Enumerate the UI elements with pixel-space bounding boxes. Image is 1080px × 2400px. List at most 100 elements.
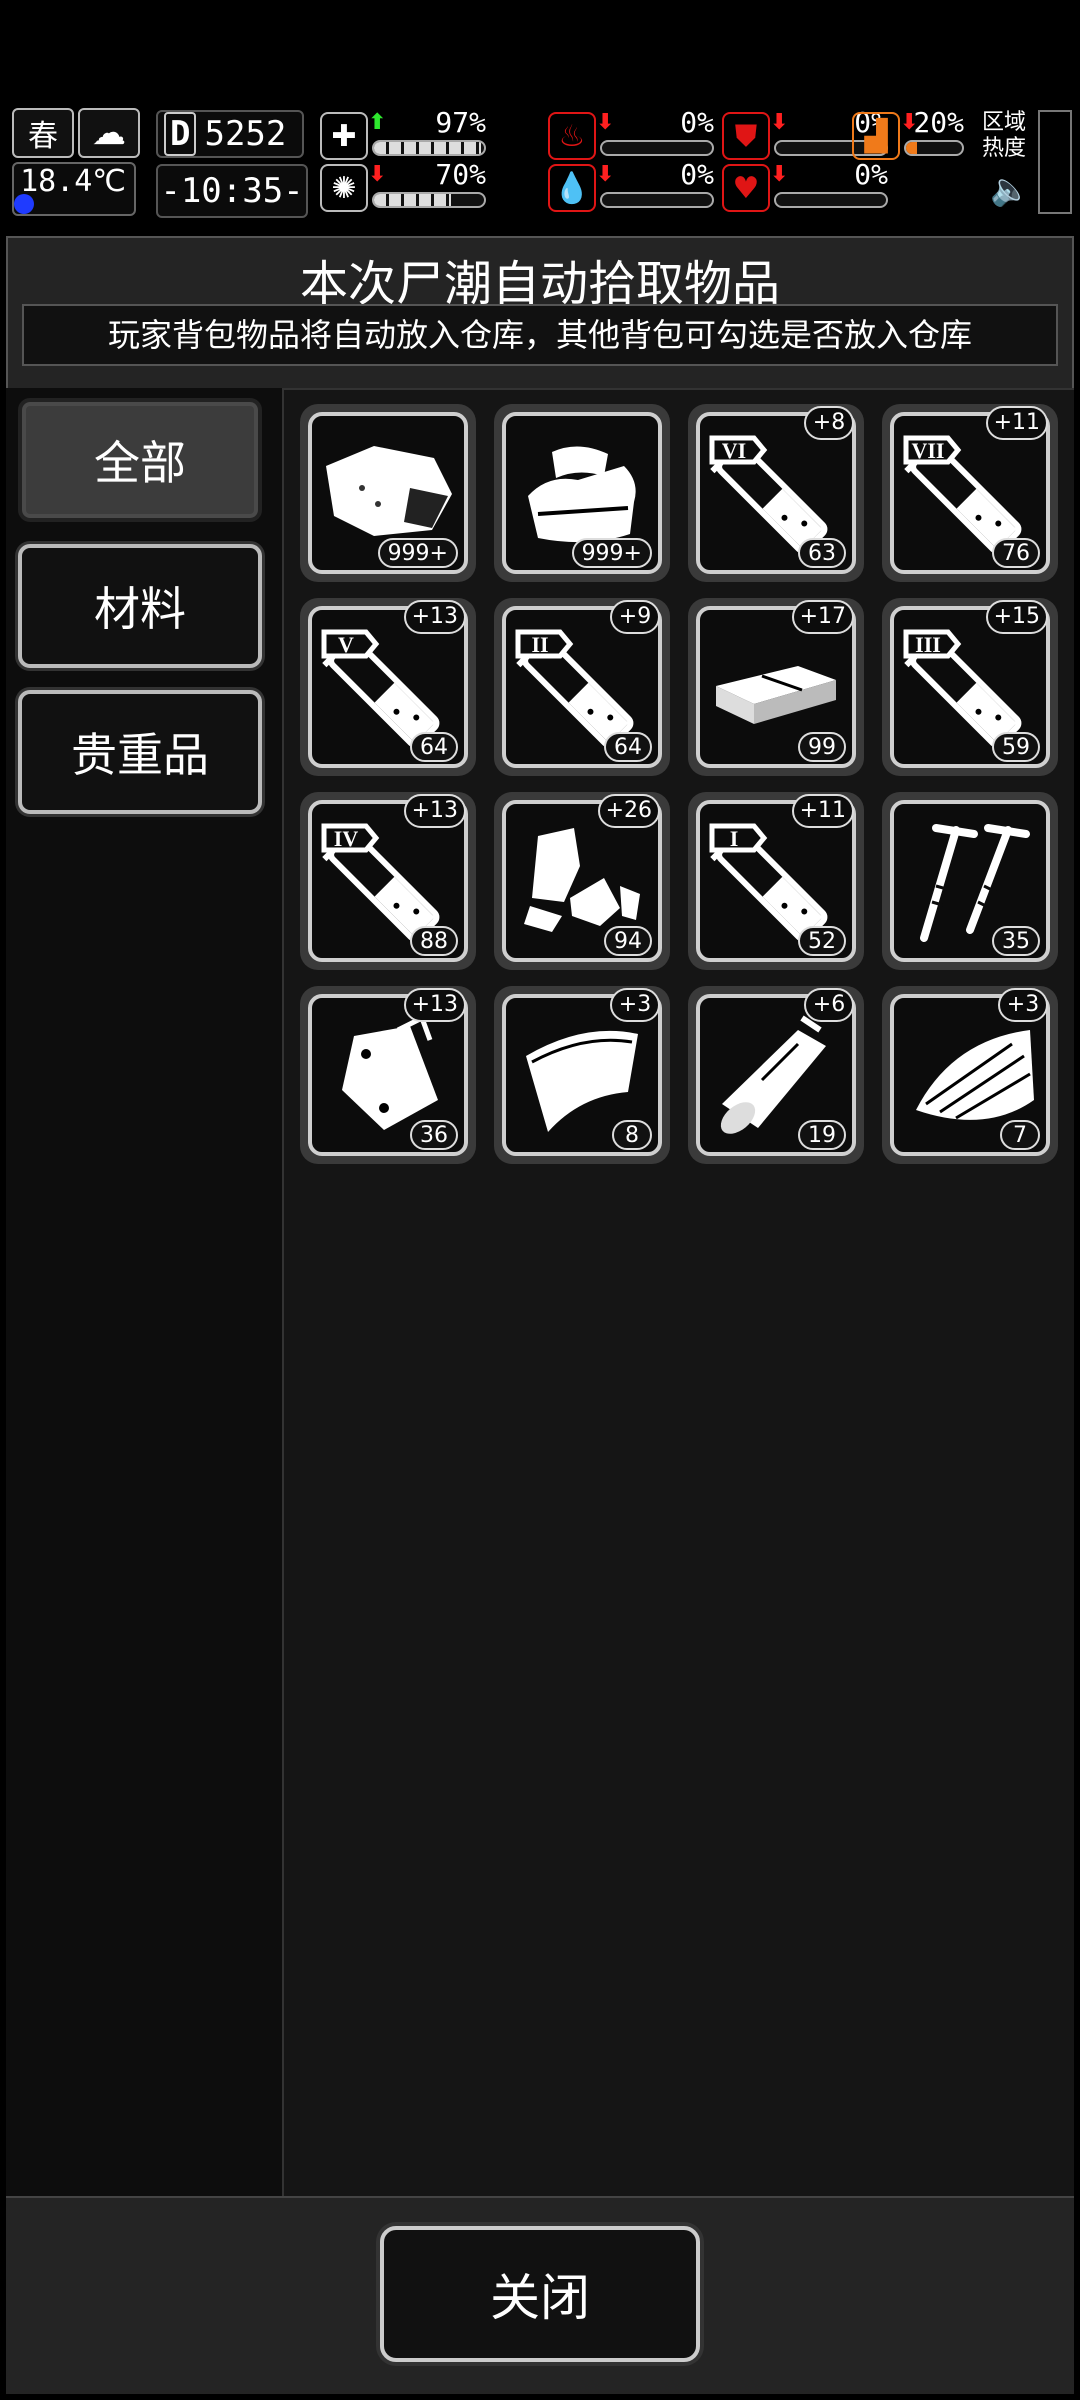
- day-value: 5252: [204, 114, 287, 154]
- item-slot[interactable]: VI 63 +8: [688, 404, 864, 582]
- item-bonus-badge: +3: [610, 988, 660, 1022]
- item-bonus-badge: +15: [985, 600, 1048, 634]
- speaker-icon[interactable]: 🔈: [990, 170, 1030, 208]
- area-heat-label: 区域热度: [982, 110, 1027, 161]
- item-bonus-badge: +11: [985, 406, 1048, 440]
- heart-percent: 0%: [854, 158, 888, 191]
- system-status-bar: [0, 0, 1080, 104]
- item-slot[interactable]: 99 +17: [688, 598, 864, 776]
- item-count-badge: 999+: [571, 538, 652, 568]
- item-count-badge: 64: [604, 732, 652, 762]
- clock-readout: -10:35-: [156, 164, 308, 218]
- item-bonus-badge: +13: [403, 794, 466, 828]
- item-slot[interactable]: VII 76 +11: [882, 404, 1058, 582]
- item-count-badge: 36: [410, 1120, 458, 1150]
- arrow-down-icon: ⬇: [368, 162, 387, 187]
- stat-blood: 💧 ⬇ 0%: [548, 158, 720, 212]
- arrow-down-icon: ⬇: [596, 162, 615, 187]
- stat-brain: ✺ ⬇ 70%: [320, 158, 492, 212]
- item-slot[interactable]: 999+: [494, 404, 670, 582]
- arrow-down-icon: ⬇: [596, 110, 615, 135]
- day-prefix: D: [164, 112, 197, 156]
- stat-stamina: ▟ ⬇ 20%: [852, 106, 970, 160]
- item-slot[interactable]: V 64 +13: [300, 598, 476, 776]
- svg-text:VI: VI: [722, 438, 746, 463]
- day-counter: D 5252: [156, 110, 304, 158]
- item-count-badge: 76: [992, 538, 1040, 568]
- item-count-badge: 59: [992, 732, 1040, 762]
- item-count-badge: 8: [612, 1120, 652, 1150]
- item-count-badge: 7: [1000, 1120, 1040, 1150]
- arrow-down-icon: ⬇: [770, 162, 789, 187]
- arrow-up-icon: ⬆: [368, 110, 387, 135]
- close-button[interactable]: 关闭: [380, 2226, 700, 2362]
- item-count-badge: 52: [798, 926, 846, 956]
- item-slot[interactable]: I 52 +11: [688, 792, 864, 970]
- item-slot[interactable]: 8 +3: [494, 986, 670, 1164]
- item-slot[interactable]: 999+: [300, 404, 476, 582]
- item-slot[interactable]: II 64 +9: [494, 598, 670, 776]
- item-count-badge: 64: [410, 732, 458, 762]
- item-bonus-badge: +26: [597, 794, 660, 828]
- item-bonus-badge: +13: [403, 988, 466, 1022]
- item-slot[interactable]: III 59 +15: [882, 598, 1058, 776]
- item-count-badge: 35: [992, 926, 1040, 956]
- season-badge: 春: [12, 108, 74, 158]
- item-count-badge: 94: [604, 926, 652, 956]
- stamina-percent: 20%: [913, 106, 964, 139]
- health-percent: 97%: [435, 106, 486, 139]
- stomach-percent: 0%: [680, 106, 714, 139]
- area-heat[interactable]: 区域热度 🔈: [982, 110, 1072, 214]
- heart-bar: [774, 192, 888, 208]
- svg-text:V: V: [338, 632, 354, 657]
- item-count-badge: 999+: [377, 538, 458, 568]
- item-slot[interactable]: IV 88 +13: [300, 792, 476, 970]
- stat-heart: ♥ ⬇ 0%: [722, 158, 894, 212]
- arrow-down-icon: ⬇: [770, 110, 789, 135]
- category-tab-2[interactable]: 贵重品: [18, 690, 262, 814]
- item-slot[interactable]: 35: [882, 792, 1058, 970]
- item-slot[interactable]: 7 +3: [882, 986, 1058, 1164]
- item-slot[interactable]: 19 +6: [688, 986, 864, 1164]
- brain-bar: [372, 192, 486, 208]
- rain-cloud-icon: ☁: [78, 108, 140, 158]
- stomach-icon: ♨: [548, 112, 596, 160]
- item-count-badge: 88: [410, 926, 458, 956]
- svg-text:III: III: [915, 632, 941, 657]
- category-tab-0[interactable]: 全部: [18, 398, 262, 522]
- blood-percent: 0%: [680, 158, 714, 191]
- blood-bar: [600, 192, 714, 208]
- health-bar: [372, 140, 486, 156]
- svg-text:II: II: [531, 632, 548, 657]
- item-bonus-badge: +6: [804, 988, 854, 1022]
- stat-stomach: ♨ ⬇ 0%: [548, 106, 720, 160]
- heat-meter: [1038, 110, 1072, 214]
- brain-percent: 70%: [435, 158, 486, 191]
- stomach-bar: [600, 140, 714, 156]
- item-bonus-badge: +8: [804, 406, 854, 440]
- stamina-icon: ▟: [852, 112, 900, 160]
- thirst-icon: ⛊: [722, 112, 770, 160]
- stamina-bar: [904, 140, 964, 156]
- item-count-badge: 19: [798, 1120, 846, 1150]
- item-bonus-badge: +9: [610, 600, 660, 634]
- item-bonus-badge: +3: [998, 988, 1048, 1022]
- svg-text:VII: VII: [911, 438, 944, 463]
- item-slot[interactable]: 36 +13: [300, 986, 476, 1164]
- blood-icon: 💧: [548, 164, 596, 212]
- category-tab-1[interactable]: 材料: [18, 544, 262, 668]
- heart-icon: ♥: [722, 164, 770, 212]
- thermometer-icon: [14, 194, 34, 214]
- health-icon: ✚: [320, 112, 368, 160]
- item-bonus-badge: +11: [791, 794, 854, 828]
- svg-text:I: I: [730, 826, 739, 851]
- stat-health: ✚ ⬆ 97%: [320, 106, 492, 160]
- panel-subtitle: 玩家背包物品将自动放入仓库，其他背包可勾选是否放入仓库: [22, 304, 1058, 366]
- svg-text:IV: IV: [334, 826, 359, 851]
- brain-icon: ✺: [320, 164, 368, 212]
- item-bonus-badge: +17: [791, 600, 854, 634]
- item-bonus-badge: +13: [403, 600, 466, 634]
- item-count-badge: 63: [798, 538, 846, 568]
- item-count-badge: 99: [798, 732, 846, 762]
- item-slot[interactable]: 94 +26: [494, 792, 670, 970]
